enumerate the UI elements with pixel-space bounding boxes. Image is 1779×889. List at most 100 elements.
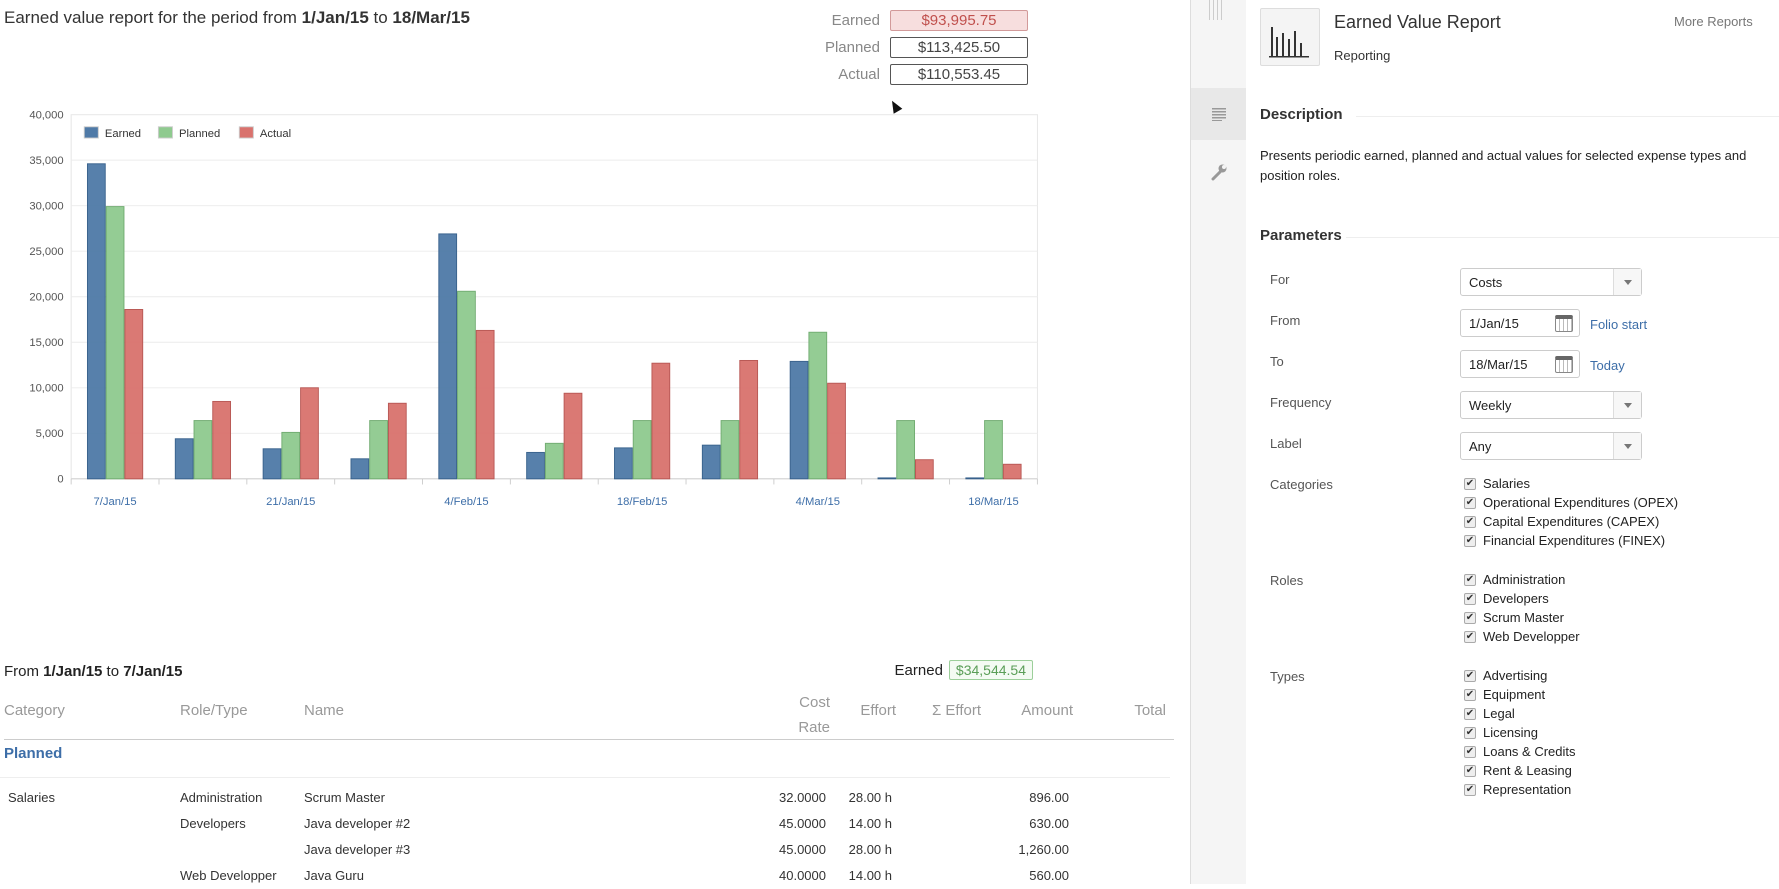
detail-table-header: Category Role/Type Name Cost Rate Effort … — [4, 690, 1174, 740]
checkbox-checked-icon[interactable]: ✔ — [1464, 573, 1476, 586]
checkbox-label: Legal — [1483, 706, 1515, 721]
types-checkbox-item[interactable]: ✔ Rent & Leasing — [1464, 761, 1576, 780]
types-checkbox-item[interactable]: ✔ Representation — [1464, 780, 1576, 799]
folio-start-link[interactable]: Folio start — [1590, 317, 1647, 332]
checkbox-checked-icon[interactable]: ✔ — [1464, 611, 1476, 624]
label-select[interactable]: Any — [1460, 432, 1642, 460]
col-effort: Effort — [860, 702, 896, 719]
total-actual: Actual $110,553.45 — [768, 62, 1028, 86]
today-link[interactable]: Today — [1590, 358, 1625, 373]
cell-effort: 14.00 h — [848, 816, 892, 831]
frequency-select[interactable]: Weekly — [1460, 391, 1642, 419]
group-planned: Planned — [4, 745, 63, 762]
from-date-input[interactable]: 1/Jan/15 — [1460, 309, 1580, 337]
categories-checkbox-item[interactable]: ✔ Salaries — [1464, 474, 1678, 493]
checkbox-label: Licensing — [1483, 725, 1538, 740]
types-checkbox-item[interactable]: ✔ Equipment — [1464, 685, 1576, 704]
tab-description[interactable] — [1191, 88, 1247, 140]
description-text: Presents periodic earned, planned and ac… — [1260, 148, 1747, 183]
x-tick-label: 18/Mar/15 — [968, 496, 1019, 508]
legend-label-earned: Earned — [105, 128, 141, 140]
roles-checkbox-item[interactable]: ✔ Scrum Master — [1464, 608, 1580, 627]
bar-earned — [174, 438, 194, 480]
detail-earned: Earned $34,544.54 — [895, 660, 1033, 680]
cell-effort: 28.00 h — [848, 842, 892, 857]
cell-cost-rate: 45.0000 — [779, 816, 826, 831]
table-row: Salaries Administration Scrum Master 32.000… — [0, 785, 1170, 811]
cell-category: Salaries — [8, 790, 55, 805]
roles-checkbox-item[interactable]: ✔ Administration — [1464, 570, 1580, 589]
roles-checkbox-item[interactable]: ✔ Developers — [1464, 589, 1580, 608]
checkbox-checked-icon[interactable]: ✔ — [1464, 515, 1476, 528]
cell-effort: 28.00 h — [848, 790, 892, 805]
bar-actual — [387, 402, 407, 480]
bar-earned — [877, 477, 897, 480]
bar-actual — [124, 309, 144, 480]
calendar-icon[interactable] — [1555, 356, 1573, 373]
total-planned-value: $113,425.50 — [890, 36, 1028, 58]
more-reports-link[interactable]: More Reports — [1674, 14, 1753, 29]
legend-swatch-planned — [157, 126, 173, 139]
sidebar-subtitle: Reporting — [1334, 48, 1391, 63]
types-checkbox-item[interactable]: ✔ Advertising — [1464, 666, 1576, 685]
checkbox-checked-icon[interactable]: ✔ — [1464, 496, 1476, 509]
col-sum-effort: Σ Effort — [931, 702, 981, 719]
sidebar-tab-strip — [1190, 0, 1247, 884]
checkbox-label: Developers — [1483, 591, 1549, 606]
types-checkbox-item[interactable]: ✔ Licensing — [1464, 723, 1576, 742]
chevron-down-icon[interactable] — [1613, 392, 1641, 418]
x-tick-label: 4/Feb/15 — [444, 496, 488, 508]
chevron-down-icon[interactable] — [1613, 269, 1641, 295]
cell-name: Java Guru — [304, 868, 364, 883]
drag-handle-icon[interactable] — [1209, 0, 1225, 20]
cell-name: Java developer #3 — [304, 842, 411, 857]
checkbox-checked-icon[interactable]: ✔ — [1464, 592, 1476, 605]
cell-amount: 896.00 — [1029, 790, 1069, 805]
tab-settings[interactable] — [1191, 146, 1247, 198]
table-row: Web Developper Java Guru 40.0000 14.00 h 560… — [0, 863, 1170, 889]
y-tick-label: 10,000 — [29, 383, 63, 395]
bar-actual — [827, 382, 846, 480]
y-tick-label: 40,000 — [29, 109, 63, 121]
checkbox-checked-icon[interactable]: ✔ — [1464, 783, 1476, 796]
checkbox-checked-icon[interactable]: ✔ — [1464, 745, 1476, 758]
checkbox-checked-icon[interactable]: ✔ — [1464, 669, 1476, 682]
checkbox-label: Web Developper — [1483, 629, 1580, 644]
chevron-down-icon[interactable] — [1613, 433, 1641, 459]
y-tick-label: 25,000 — [29, 246, 63, 258]
bar-planned — [281, 431, 301, 480]
bar-planned — [369, 420, 388, 480]
checkbox-checked-icon[interactable]: ✔ — [1464, 630, 1476, 643]
categories-checkbox-item[interactable]: ✔ Operational Expenditures (OPEX) — [1464, 493, 1678, 512]
bar-actual — [300, 387, 319, 480]
y-tick-label: 15,000 — [29, 337, 63, 349]
cell-role: Developers — [180, 816, 246, 831]
checkbox-checked-icon[interactable]: ✔ — [1464, 534, 1476, 547]
for-select[interactable]: Costs — [1460, 268, 1642, 296]
checkbox-checked-icon[interactable]: ✔ — [1464, 707, 1476, 720]
x-tick-label: 21/Jan/15 — [266, 496, 315, 508]
checkbox-checked-icon[interactable]: ✔ — [1464, 477, 1476, 490]
categories-checkbox-item[interactable]: ✔ Financial Expenditures (FINEX) — [1464, 531, 1678, 550]
cell-amount: 630.00 — [1029, 816, 1069, 831]
totals-summary: Earned $93,995.75 Planned $113,425.50 Ac… — [768, 8, 1028, 89]
cell-role: Web Developper — [180, 868, 277, 883]
total-planned: Planned $113,425.50 — [768, 35, 1028, 59]
total-actual-value: $110,553.45 — [890, 63, 1028, 85]
cell-amount: 560.00 — [1029, 868, 1069, 883]
to-date-input[interactable]: 18/Mar/15 — [1460, 350, 1580, 378]
cell-role: Administration — [180, 790, 263, 805]
categories-checkbox-item[interactable]: ✔ Capital Expenditures (CAPEX) — [1464, 512, 1678, 531]
chart-svg: 0 5,000 10,000 15,000 20,000 25,000 30,000 35,0… — [29, 109, 1038, 508]
types-checkbox-item[interactable]: ✔ Legal — [1464, 704, 1576, 723]
bar-planned — [193, 420, 213, 480]
roles-checkbox-item[interactable]: ✔ Web Developper — [1464, 627, 1580, 646]
checkbox-checked-icon[interactable]: ✔ — [1464, 764, 1476, 777]
types-checkbox-item[interactable]: ✔ Loans & Credits — [1464, 742, 1576, 761]
sidebar-title: Earned Value Report — [1334, 12, 1501, 32]
bar-earned — [262, 448, 282, 480]
total-earned: Earned $93,995.75 — [768, 8, 1028, 32]
calendar-icon[interactable] — [1555, 315, 1573, 332]
checkbox-checked-icon[interactable]: ✔ — [1464, 688, 1476, 701]
checkbox-checked-icon[interactable]: ✔ — [1464, 726, 1476, 739]
